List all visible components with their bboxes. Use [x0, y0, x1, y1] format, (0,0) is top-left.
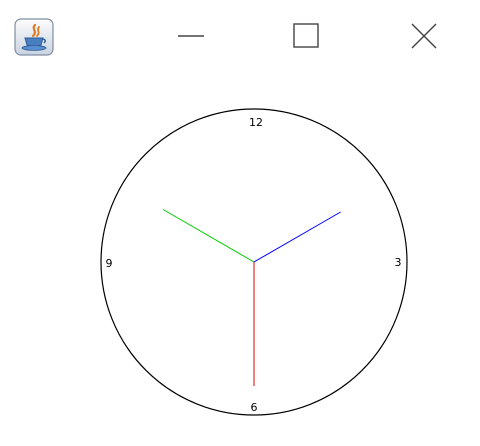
numeral-12: 12 [249, 116, 263, 129]
numeral-3: 3 [395, 256, 402, 269]
close-button[interactable] [394, 10, 454, 60]
analog-clock: 12 3 6 9 [100, 108, 408, 416]
java-coffee-cup-icon[interactable] [14, 18, 54, 56]
numeral-9: 9 [106, 257, 113, 270]
numeral-6: 6 [251, 401, 258, 414]
clock-panel: 12 3 6 9 [0, 76, 480, 446]
close-icon [411, 23, 437, 49]
minimize-button[interactable] [160, 10, 220, 60]
maximize-button[interactable] [276, 10, 336, 60]
maximize-icon [293, 23, 319, 48]
minute-hand [253, 211, 341, 263]
window-title-bar [0, 0, 480, 76]
hour-hand [162, 209, 255, 263]
